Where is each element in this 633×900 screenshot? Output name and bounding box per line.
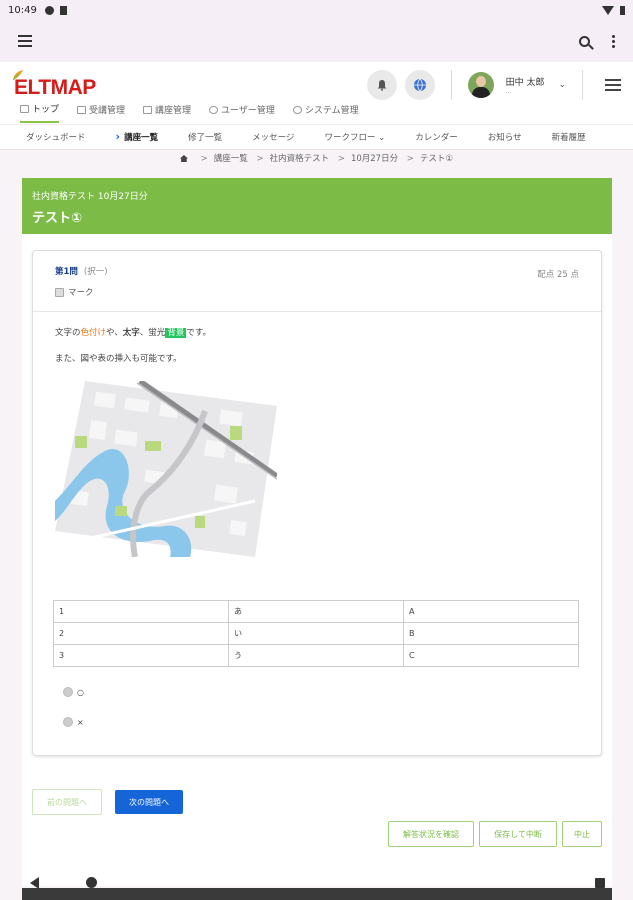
breadcrumb-item[interactable]: 10月27日分	[351, 154, 398, 164]
table-cell: 3	[53, 644, 229, 667]
question-text-line2: また、図や表の挿入も可能です。	[55, 354, 182, 364]
table-cell: C	[403, 644, 579, 667]
browser-menu-icon[interactable]	[18, 35, 32, 47]
nav-system[interactable]: システム管理	[292, 102, 359, 123]
table-cell: B	[403, 622, 579, 645]
logo[interactable]: ELTMAP	[12, 70, 96, 100]
table-cell: A	[403, 600, 579, 623]
checkbox-icon[interactable]	[55, 287, 64, 297]
site-menu-icon[interactable]	[605, 79, 621, 91]
mark-checkbox[interactable]: マーク	[55, 286, 579, 298]
wifi-icon	[602, 5, 614, 15]
battery-icon	[620, 5, 625, 15]
test-header: 社内資格テスト 10月27日分 テスト①	[22, 178, 612, 234]
table-cell: 2	[53, 622, 229, 645]
subnav-dashboard[interactable]: ダッシュボード	[26, 131, 86, 143]
table-row: 1 あ A	[53, 600, 579, 623]
radio-icon[interactable]	[63, 717, 73, 727]
subnav-news[interactable]: お知らせ	[488, 131, 522, 143]
next-question-button[interactable]: 次の問題へ	[115, 790, 183, 814]
sync-icon	[44, 5, 54, 15]
chevron-down-icon[interactable]: ⌄	[558, 80, 566, 90]
save-and-pause-button[interactable]: 保存して中断	[479, 821, 557, 847]
subnav-course-list[interactable]: 講座一覧	[116, 130, 158, 143]
nav-course[interactable]: 講座管理	[143, 102, 191, 123]
globe-icon	[413, 78, 426, 92]
question-card: 第1問 (択一) マーク 配点 25 点 文字の色付けや、太字、蛍光 背景 です。 ま…	[32, 250, 602, 756]
main-nav: トップ 受講管理 講座管理 ユーザー管理 システム管理	[20, 102, 359, 123]
breadcrumb-item[interactable]: 講座一覧	[214, 154, 248, 164]
map-image	[55, 381, 277, 557]
nav-top[interactable]: トップ	[20, 102, 60, 123]
subnav-history[interactable]: 新着履歴	[552, 131, 586, 143]
check-answers-button[interactable]: 解答状況を確認	[388, 821, 474, 847]
question-number: 第1問 (択一)	[55, 267, 108, 277]
subnav-workflow[interactable]: ワークフロー ⌄	[324, 131, 385, 143]
answer-option-cross[interactable]: ×	[63, 717, 84, 727]
page-title: テスト①	[32, 211, 83, 226]
subnav-messages[interactable]: メッセージ	[252, 131, 294, 143]
question-points: 配点 25 点	[537, 270, 579, 280]
status-bar: 10:49	[0, 0, 633, 20]
course-icon	[143, 105, 153, 114]
more-options-icon[interactable]	[612, 34, 615, 48]
browser-toolbar	[0, 20, 633, 62]
nav-attendance[interactable]: 受講管理	[77, 102, 125, 123]
nav-users[interactable]: ユーザー管理	[209, 102, 275, 123]
top-icon	[20, 104, 29, 113]
abort-button[interactable]: 中止	[562, 821, 602, 847]
table-cell: あ	[228, 600, 404, 623]
table-row: 2 い B	[53, 622, 579, 645]
page-subtitle: 社内資格テスト 10月27日分	[32, 192, 148, 202]
prev-question-button[interactable]: 前の問題へ	[32, 789, 102, 815]
logo-leaf-icon	[12, 70, 23, 81]
subnav-calendar[interactable]: カレンダー	[415, 131, 458, 143]
answer-option-circle[interactable]: ○	[63, 687, 84, 697]
user-name[interactable]: 田中 太郎 ...	[506, 75, 545, 95]
table-cell: う	[228, 644, 404, 667]
home-button-icon[interactable]	[86, 877, 97, 888]
search-icon[interactable]	[579, 35, 590, 47]
subnav-completion-list[interactable]: 修了一覧	[188, 131, 222, 143]
breadcrumb-current: テスト①	[419, 154, 454, 164]
table-row: 3 う C	[53, 644, 579, 667]
sim-icon	[59, 5, 67, 15]
table-cell: 1	[53, 600, 229, 623]
question-body: 文字の色付けや、太字、蛍光 背景 です。 また、図や表の挿入も可能です。	[33, 312, 601, 392]
gear-icon	[292, 105, 302, 114]
avatar[interactable]	[467, 72, 494, 98]
question-table: 1 あ A 2 い B 3 う C	[53, 600, 579, 667]
breadcrumb-item[interactable]: 社内資格テスト	[270, 154, 330, 164]
question-header: 第1問 (択一) マーク 配点 25 点	[33, 251, 601, 312]
sub-nav: ダッシュボード 講座一覧 修了一覧 メッセージ ワークフロー ⌄ カレンダー お…	[0, 124, 633, 148]
overlay-bar	[22, 888, 612, 900]
language-button[interactable]	[404, 70, 435, 100]
attendance-icon	[77, 105, 87, 114]
status-time: 10:49	[8, 4, 37, 16]
test-panel: 社内資格テスト 10月27日分 テスト① 第1問 (択一) マーク 配点 25 点…	[22, 178, 612, 886]
question-text-line1: 文字の色付けや、太字、蛍光 背景 です。	[55, 328, 211, 338]
notification-button[interactable]	[366, 70, 397, 100]
bell-icon	[377, 80, 387, 91]
recent-apps-icon[interactable]	[595, 878, 605, 888]
breadcrumb: > 講座一覧 > 社内資格テスト >10月27日分 > テスト①	[0, 152, 633, 164]
radio-icon[interactable]	[63, 687, 73, 697]
home-icon[interactable]	[179, 155, 188, 162]
user-icon	[209, 105, 219, 114]
table-cell: い	[228, 622, 404, 645]
